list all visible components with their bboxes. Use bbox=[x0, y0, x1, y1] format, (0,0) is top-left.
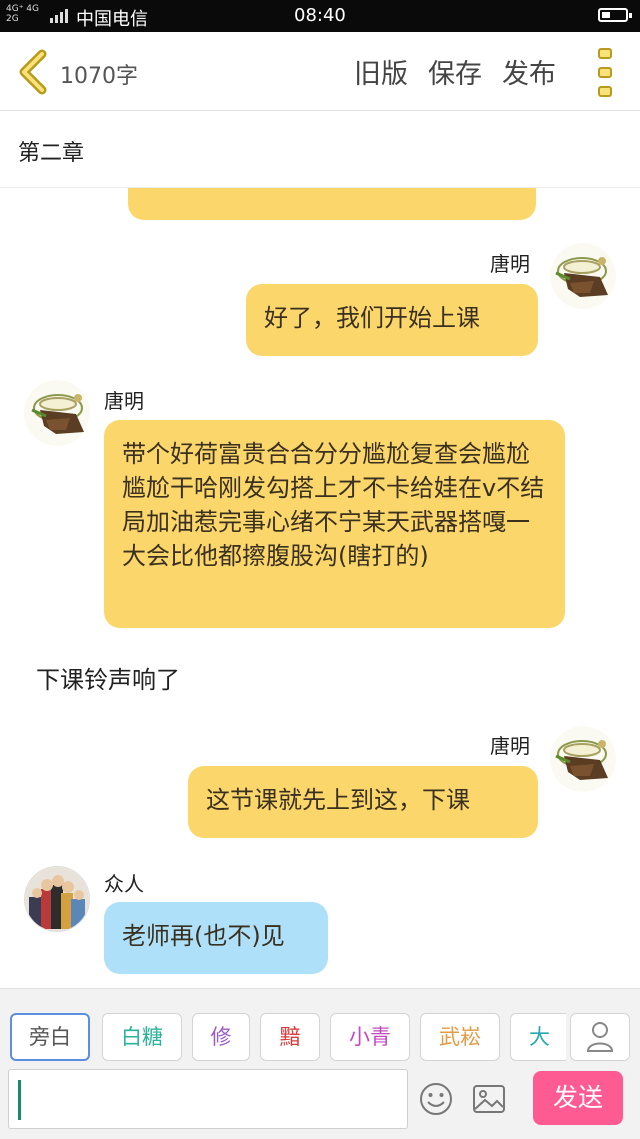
speaker-name: 唐明 bbox=[490, 734, 530, 758]
character-chip[interactable]: 修 bbox=[192, 1013, 250, 1061]
clock: 08:40 bbox=[294, 5, 346, 26]
status-bar: 4G⁺ 4G 2G 中国电信 08:40 bbox=[0, 0, 640, 32]
smiley-icon bbox=[420, 1083, 452, 1115]
send-button[interactable]: 发送 bbox=[533, 1071, 623, 1125]
image-icon bbox=[473, 1085, 505, 1113]
message-bubble[interactable]: 老师再(也不)见 bbox=[104, 902, 328, 974]
speaker-name: 唐明 bbox=[490, 252, 530, 276]
message-bubble[interactable]: 好了，我们开始上课 bbox=[246, 284, 538, 356]
character-chip[interactable]: 白糖 bbox=[102, 1013, 182, 1061]
narration-text[interactable]: 下课铃声响了 bbox=[36, 660, 180, 695]
speaker-name: 唐明 bbox=[104, 389, 144, 413]
message-input[interactable] bbox=[8, 1069, 408, 1129]
word-count: 1070字 bbox=[60, 64, 138, 89]
tangming-avatar-icon bbox=[550, 243, 616, 309]
message-text: 好了，我们开始上课 bbox=[264, 304, 480, 332]
person-icon bbox=[586, 1022, 614, 1052]
old-version-button[interactable]: 旧版 bbox=[354, 52, 408, 91]
more-vertical-icon[interactable] bbox=[592, 46, 618, 100]
message-text: 老师再(也不)见 bbox=[122, 922, 285, 950]
add-character-button[interactable] bbox=[570, 1013, 630, 1061]
avatar[interactable] bbox=[24, 380, 90, 446]
message-bubble[interactable]: 带个好荷富贵合合分分尴尬复查会尴尬尴尬干哈刚发勾搭上才不卡给娃在v不结局加油惹完… bbox=[104, 420, 565, 628]
chat-scroll-area[interactable]: 吧 唐明 好了，我们开始上课 唐明 带个好荷富贵合合分分尴尬复查会尴尬尴尬干 bbox=[0, 188, 640, 988]
avatar[interactable] bbox=[550, 243, 616, 309]
carrier-name: 中国电信 bbox=[76, 9, 148, 30]
network-indicator: 4G⁺ 4G 2G bbox=[6, 4, 40, 24]
message-bubble[interactable]: 这节课就先上到这，下课 bbox=[188, 766, 538, 838]
chapter-title-bar[interactable]: 第二章 bbox=[0, 111, 640, 188]
character-chip[interactable]: 武崧 bbox=[420, 1013, 500, 1061]
character-chip[interactable]: 大飞 bbox=[510, 1013, 566, 1061]
character-chip[interactable]: 小青 bbox=[330, 1013, 410, 1061]
image-button[interactable] bbox=[471, 1081, 507, 1117]
tangming-avatar-icon bbox=[24, 380, 90, 446]
avatar[interactable] bbox=[550, 726, 616, 792]
tangming-avatar-icon bbox=[550, 726, 616, 792]
publish-button[interactable]: 发布 bbox=[502, 52, 556, 91]
save-button[interactable]: 保存 bbox=[428, 52, 482, 91]
character-chip[interactable]: 黯 bbox=[260, 1013, 320, 1061]
composer-bar: 旁白 白糖 修 黯 小青 武崧 大飞 发送 bbox=[0, 988, 640, 1139]
message-bubble-partial[interactable]: 吧 bbox=[128, 188, 536, 220]
speaker-name: 众人 bbox=[104, 872, 144, 896]
back-button[interactable] bbox=[14, 48, 54, 96]
chapter-title: 第二章 bbox=[18, 141, 85, 166]
battery-icon bbox=[598, 8, 632, 22]
text-cursor bbox=[18, 1080, 21, 1120]
character-chip-narrator[interactable]: 旁白 bbox=[10, 1013, 90, 1061]
chevron-left-icon bbox=[19, 49, 47, 95]
signal-icon bbox=[50, 9, 70, 23]
message-text: 这节课就先上到这，下课 bbox=[206, 786, 470, 814]
avatar[interactable] bbox=[24, 866, 90, 932]
editor-header: 1070字 旧版 保存 发布 bbox=[0, 32, 640, 111]
crowd-avatar-icon bbox=[25, 867, 89, 931]
message-text: 带个好荷富贵合合分分尴尬复查会尴尬尴尬干哈刚发勾搭上才不卡给娃在v不结局加油惹完… bbox=[122, 440, 545, 570]
emoji-button[interactable] bbox=[418, 1081, 454, 1117]
